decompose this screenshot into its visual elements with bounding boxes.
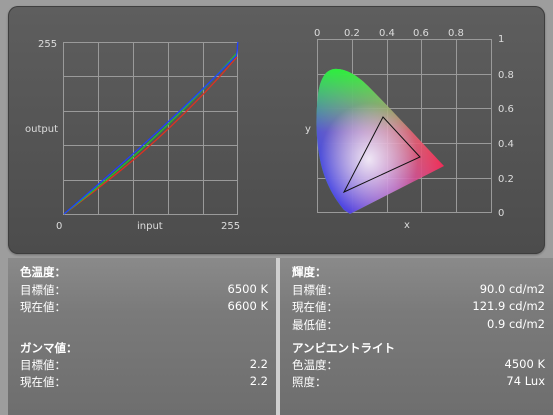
svg-text:0.6: 0.6	[498, 104, 514, 115]
color-temp-target-row: 目標値： 6500 K	[20, 282, 268, 298]
graphs-svg: 255 output 0 input 255 0 0.2 0.4 0.6 0.8…	[25, 28, 514, 232]
gamma-current-label: 現在値：	[20, 375, 66, 389]
ambient-header: アンビエントライト	[292, 341, 396, 355]
svg-text:0.2: 0.2	[498, 174, 514, 185]
luminance-min-label: 最低値：	[292, 318, 338, 332]
svg-text:0.4: 0.4	[498, 139, 514, 150]
luminance-min-value: 0.9 cd/m2	[487, 317, 545, 331]
luminance-current-label: 現在値：	[292, 300, 338, 314]
luminance-target-label: 目標値：	[292, 283, 338, 297]
gamma-current-value: 2.2	[249, 374, 268, 388]
ambient-illum-value: 74 Lux	[506, 374, 545, 388]
color-temp-target-value: 6500 K	[227, 282, 268, 296]
ambient-temp-value: 4500 K	[504, 357, 545, 371]
luminance-min-row: 最低値： 0.9 cd/m2	[292, 317, 545, 333]
svg-text:0: 0	[314, 28, 320, 39]
cie-horseshoe	[316, 68, 444, 214]
ambient-illum-label: 照度：	[292, 375, 327, 389]
ambient-temp-label: 色温度：	[292, 358, 338, 372]
curve-y-max-label: 255	[38, 39, 57, 50]
curve-x-min-label: 0	[56, 221, 62, 232]
luminance-target-value: 90.0 cd/m2	[479, 282, 545, 296]
ambient-temp-row: 色温度： 4500 K	[292, 357, 545, 373]
curve-x-axis-label: input	[137, 221, 163, 232]
svg-text:0.8: 0.8	[498, 70, 514, 81]
tone-curve-grid	[63, 42, 238, 215]
svg-text:0.6: 0.6	[413, 28, 429, 39]
color-temp-current-label: 現在値：	[20, 300, 66, 314]
color-temp-target-label: 目標値：	[20, 283, 66, 297]
cie-top-ticks: 0 0.2 0.4 0.6 0.8	[314, 28, 464, 39]
gamma-target-value: 2.2	[249, 357, 268, 371]
luminance-ambient-panel: 輝度： 目標値： 90.0 cd/m2 現在値： 121.9 cd/m2 最低値…	[280, 258, 553, 415]
gamma-target-row: 目標値： 2.2	[20, 357, 268, 373]
svg-text:1: 1	[498, 34, 504, 45]
gamma-header: ガンマ値：	[20, 341, 78, 355]
color-temp-gamma-panel: 色温度： 目標値： 6500 K 現在値： 6600 K ガンマ値： 目標値： …	[8, 258, 276, 415]
luminance-target-row: 目標値： 90.0 cd/m2	[292, 282, 545, 298]
svg-text:0: 0	[498, 208, 504, 219]
ambient-illum-row: 照度： 74 Lux	[292, 374, 545, 390]
gamma-current-row: 現在値： 2.2	[20, 374, 268, 390]
svg-text:0.2: 0.2	[344, 28, 360, 39]
color-temp-header: 色温度：	[20, 265, 66, 279]
cie-right-ticks: 1 0.8 0.6 0.4 0.2 0	[498, 34, 514, 219]
blue-curve	[63, 41, 239, 215]
color-temp-current-row: 現在値： 6600 K	[20, 299, 268, 315]
tone-curves	[63, 41, 239, 215]
svg-text:0.4: 0.4	[379, 28, 395, 39]
cie-y-axis-label: y	[305, 124, 311, 135]
luminance-header: 輝度：	[292, 265, 327, 279]
cie-x-axis-label: x	[404, 220, 410, 231]
svg-text:0.8: 0.8	[448, 28, 464, 39]
curve-y-axis-label: output	[25, 124, 58, 135]
curve-x-max-label: 255	[221, 221, 240, 232]
gamma-target-label: 目標値：	[20, 358, 66, 372]
luminance-current-row: 現在値： 121.9 cd/m2	[292, 299, 545, 315]
color-temp-current-value: 6600 K	[227, 299, 268, 313]
luminance-current-value: 121.9 cd/m2	[472, 299, 545, 313]
green-curve	[63, 52, 238, 215]
